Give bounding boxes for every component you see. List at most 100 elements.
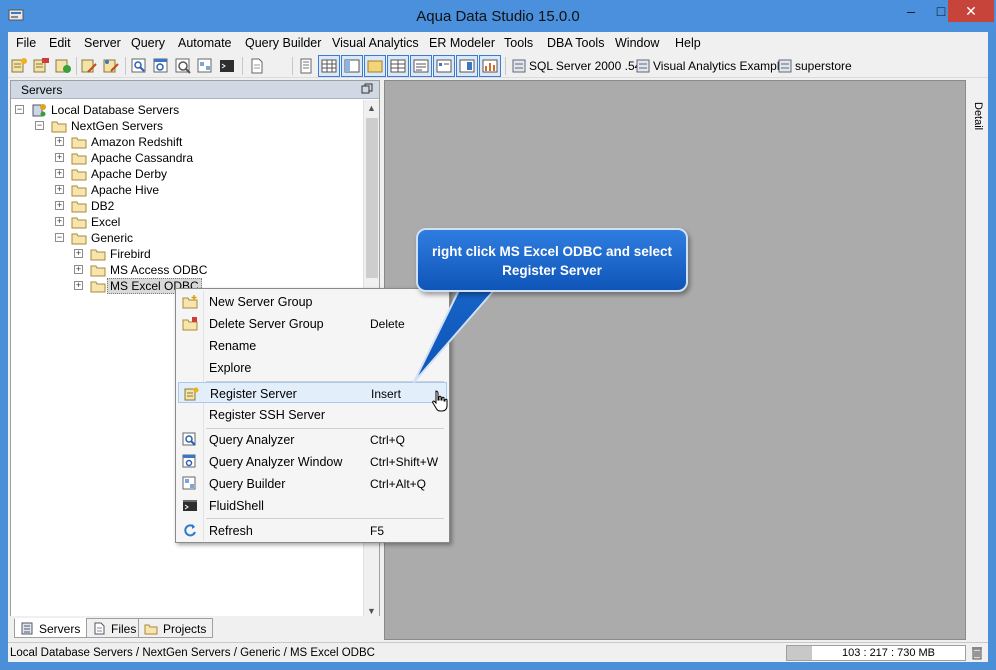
folder-icon	[71, 137, 87, 149]
menu-item-query-builder[interactable]: Query Builder Ctrl+Alt+Q	[178, 473, 447, 494]
scroll-down-arrow-icon[interactable]: ▼	[367, 606, 376, 616]
fluidshell-icon	[183, 500, 197, 511]
scroll-up-arrow-icon[interactable]: ▲	[367, 103, 376, 113]
folder-icon	[90, 265, 106, 277]
query-builder-icon[interactable]	[196, 57, 214, 75]
tab-files[interactable]: Files	[86, 618, 144, 638]
menu-item-label: FluidShell	[209, 499, 264, 513]
folder-icon	[90, 249, 106, 261]
collapse-icon[interactable]: −	[35, 121, 44, 130]
tree-node-label: Local Database Servers	[51, 103, 180, 117]
menu-edit[interactable]: Edit	[49, 36, 71, 50]
server-connection-icon[interactable]	[510, 57, 528, 75]
connect-server-icon[interactable]	[54, 57, 72, 75]
expand-icon[interactable]: +	[55, 185, 64, 194]
query-analyzer-window-icon	[182, 454, 196, 468]
tree-node-label: MS Access ODBC	[110, 263, 208, 277]
menu-tools[interactable]: Tools	[504, 36, 533, 50]
expand-icon[interactable]: +	[74, 281, 83, 290]
menu-item-query-analyzer-window[interactable]: Query Analyzer Window Ctrl+Shift+W	[178, 451, 447, 472]
menu-item-label: New Server Group	[209, 295, 313, 309]
title-bar[interactable]: Aqua Data Studio 15.0.0 – □ ✕	[0, 0, 996, 32]
view-toggle-list[interactable]	[433, 55, 455, 77]
menu-item-shortcut: Ctrl+Alt+Q	[370, 477, 427, 491]
edit-server-icon[interactable]	[80, 57, 98, 75]
view-toggle-details[interactable]	[410, 55, 432, 77]
detail-tab[interactable]: Detail	[970, 102, 984, 130]
view-toggle-grid[interactable]	[318, 55, 340, 77]
view-toggle-panel[interactable]	[341, 55, 363, 77]
server-connection-icon[interactable]	[776, 57, 794, 75]
menu-item-fluidshell[interactable]: FluidShell	[178, 495, 447, 516]
restore-panel-icon[interactable]	[361, 83, 373, 95]
tab-servers[interactable]: Servers	[14, 618, 88, 638]
query-analyzer-window-icon[interactable]	[152, 57, 170, 75]
expand-icon[interactable]: +	[55, 217, 64, 226]
expand-icon[interactable]: +	[74, 265, 83, 274]
tab-projects[interactable]: Projects	[138, 618, 214, 638]
menu-item-rename[interactable]: Rename	[178, 335, 447, 356]
garbage-collect-trash-icon[interactable]	[970, 645, 984, 660]
toolbar-connection-sql-server[interactable]: SQL Server 2000 .54	[529, 59, 641, 73]
register-server-icon	[184, 387, 199, 401]
view-toggle-chart[interactable]	[479, 55, 501, 77]
menu-automate[interactable]: Automate	[178, 36, 232, 50]
toolbar-separator	[292, 57, 293, 75]
new-document-icon[interactable]	[248, 57, 266, 75]
context-menu: New Server Group Delete Server Group Del…	[175, 288, 450, 543]
query-search-icon[interactable]	[174, 57, 192, 75]
menu-server[interactable]: Server	[84, 36, 121, 50]
server-connection-icon[interactable]	[634, 57, 652, 75]
copy-server-icon[interactable]	[102, 57, 120, 75]
memory-indicator[interactable]: 103 : 217 : 730 MB	[786, 645, 966, 661]
view-toggle-table[interactable]	[387, 55, 409, 77]
menu-query[interactable]: Query	[131, 36, 165, 50]
menu-dba-tools[interactable]: DBA Tools	[547, 36, 604, 50]
menu-item-explore[interactable]: Explore	[178, 357, 447, 378]
view-toggle-folder[interactable]	[364, 55, 386, 77]
collapse-icon[interactable]: −	[55, 233, 64, 242]
collapse-icon[interactable]: −	[15, 105, 24, 114]
memory-text: 103 : 217 : 730 MB	[842, 647, 935, 659]
unregister-server-icon[interactable]	[32, 57, 50, 75]
expand-icon[interactable]: +	[74, 249, 83, 258]
scrollbar-thumb[interactable]	[366, 118, 378, 278]
servers-panel-header: Servers	[11, 81, 379, 99]
toolbar-connection-superstore[interactable]: superstore	[795, 59, 852, 73]
fluidshell-icon[interactable]	[218, 57, 236, 75]
query-analyzer-icon[interactable]	[130, 57, 148, 75]
folder-icon	[71, 201, 87, 213]
menu-item-register-ssh-server[interactable]: Register SSH Server	[178, 404, 447, 425]
toolbar-connection-visual-analytics[interactable]: Visual Analytics Example	[653, 59, 786, 73]
menu-item-refresh[interactable]: Refresh F5	[178, 520, 447, 541]
menu-file[interactable]: File	[16, 36, 36, 50]
menu-item-label: Query Builder	[209, 477, 286, 491]
folder-icon	[71, 185, 87, 197]
instruction-callout: right click MS Excel ODBC and select Reg…	[416, 228, 688, 292]
menu-item-query-analyzer[interactable]: Query Analyzer Ctrl+Q	[178, 429, 447, 450]
menu-item-register-server[interactable]: Register Server Insert	[178, 382, 447, 403]
menu-item-label: Explore	[209, 361, 252, 375]
menu-item-delete-server-group[interactable]: Delete Server Group Delete	[178, 313, 447, 334]
menu-window[interactable]: Window	[615, 36, 659, 50]
folder-icon	[71, 217, 87, 229]
projects-folder-icon	[144, 624, 158, 635]
menu-visual-analytics[interactable]: Visual Analytics	[332, 36, 419, 50]
script-icon[interactable]	[298, 57, 316, 75]
register-server-icon[interactable]	[10, 57, 28, 75]
menu-query-builder[interactable]: Query Builder	[245, 36, 321, 50]
menu-er-modeler[interactable]: ER Modeler	[429, 36, 495, 50]
grid-view-icon	[321, 59, 337, 73]
close-button[interactable]: ✕	[948, 0, 994, 22]
window-title: Aqua Data Studio 15.0.0	[416, 8, 580, 25]
expand-icon[interactable]: +	[55, 201, 64, 210]
chart-view-icon	[482, 59, 498, 73]
expand-icon[interactable]: +	[55, 169, 64, 178]
menu-item-new-server-group[interactable]: New Server Group	[178, 291, 447, 312]
view-toggle-split[interactable]	[456, 55, 478, 77]
expand-icon[interactable]: +	[55, 137, 64, 146]
expand-icon[interactable]: +	[55, 153, 64, 162]
minimize-button[interactable]: –	[896, 0, 926, 22]
menu-help[interactable]: Help	[675, 36, 701, 50]
folder-icon	[71, 169, 87, 181]
